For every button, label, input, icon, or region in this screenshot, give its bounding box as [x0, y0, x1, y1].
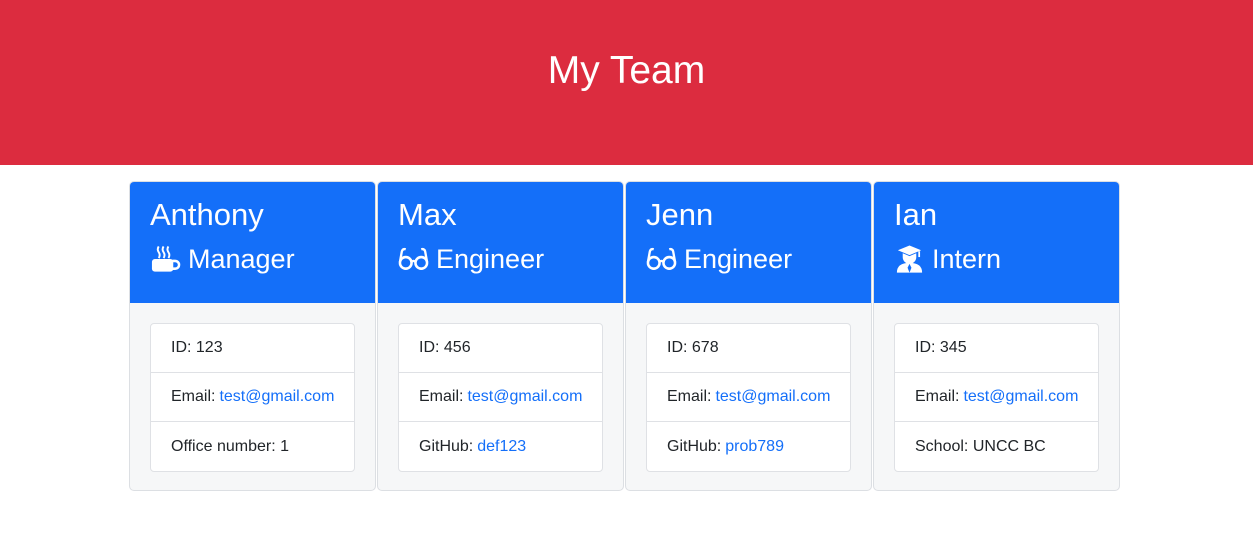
- glasses-icon: [398, 244, 429, 274]
- card-body: ID: 456 Email: test@gmail.com GitHub: de…: [378, 303, 623, 472]
- role-label: Manager: [188, 244, 295, 274]
- card-header: Max Engineer: [378, 182, 623, 303]
- employee-id: ID: 456: [399, 324, 602, 373]
- card-body: ID: 345 Email: test@gmail.com School: UN…: [874, 303, 1119, 472]
- employee-name: Anthony: [150, 197, 264, 232]
- employee-name: Jenn: [646, 197, 714, 232]
- employee-id: ID: 678: [647, 324, 850, 373]
- email-link[interactable]: test@gmail.com: [715, 388, 830, 406]
- page-banner: My Team: [0, 0, 1253, 165]
- employee-card-engineer: Jenn Engineer ID: 678 Email: test@gmail.…: [625, 181, 872, 491]
- email-link[interactable]: test@gmail.com: [467, 388, 582, 406]
- employee-role: Manager: [150, 242, 355, 276]
- employee-details: ID: 123 Email: test@gmail.com Office num…: [150, 323, 355, 472]
- page-title: My Team: [547, 49, 706, 92]
- employee-name: Ian: [894, 197, 938, 232]
- role-label: Engineer: [436, 244, 545, 274]
- card-body: ID: 123 Email: test@gmail.com Office num…: [130, 303, 375, 472]
- email-link[interactable]: test@gmail.com: [963, 388, 1078, 406]
- employee-name: Max: [398, 197, 457, 232]
- team-cards: Anthony Manager ID: 123 Email: test@gmai…: [129, 181, 1120, 491]
- card-body: ID: 678 Email: test@gmail.com GitHub: pr…: [626, 303, 871, 472]
- coffee-mug-icon: [150, 244, 181, 274]
- card-header: Ian Intern: [874, 182, 1119, 303]
- employee-details: ID: 345 Email: test@gmail.com School: UN…: [894, 323, 1099, 472]
- employee-card-engineer: Max Engineer ID: 456 Email: test@gmail.c…: [377, 181, 624, 491]
- employee-details: ID: 456 Email: test@gmail.com GitHub: de…: [398, 323, 603, 472]
- role-label: Engineer: [684, 244, 793, 274]
- employee-role: Intern: [894, 242, 1099, 276]
- employee-card-intern: Ian Intern ID: 345 Email: test@gmail.com…: [873, 181, 1120, 491]
- email-link[interactable]: test@gmail.com: [219, 388, 334, 406]
- employee-card-manager: Anthony Manager ID: 123 Email: test@gmai…: [129, 181, 376, 491]
- employee-email: Email: test@gmail.com: [399, 373, 602, 422]
- github-link[interactable]: def123: [477, 438, 526, 456]
- employee-role: Engineer: [398, 242, 603, 276]
- employee-github: GitHub: prob789: [667, 437, 784, 456]
- role-label: Intern: [932, 244, 1002, 274]
- employee-role: Engineer: [646, 242, 851, 276]
- github-link[interactable]: prob789: [725, 438, 784, 456]
- employee-email: Email: test@gmail.com: [647, 373, 850, 422]
- employee-details: ID: 678 Email: test@gmail.com GitHub: pr…: [646, 323, 851, 472]
- card-header: Anthony Manager: [130, 182, 375, 303]
- employee-github: GitHub: def123: [419, 437, 527, 456]
- employee-email: Email: test@gmail.com: [895, 373, 1098, 422]
- employee-id: ID: 345: [895, 324, 1098, 373]
- employee-office-number: Office number: 1: [171, 437, 289, 455]
- card-header: Jenn Engineer: [626, 182, 871, 303]
- glasses-icon: [646, 244, 677, 274]
- graduate-icon: [894, 244, 925, 274]
- employee-id: ID: 123: [151, 324, 354, 373]
- employee-email: Email: test@gmail.com: [151, 373, 354, 422]
- employee-school: School: UNCC BC: [915, 437, 1046, 455]
